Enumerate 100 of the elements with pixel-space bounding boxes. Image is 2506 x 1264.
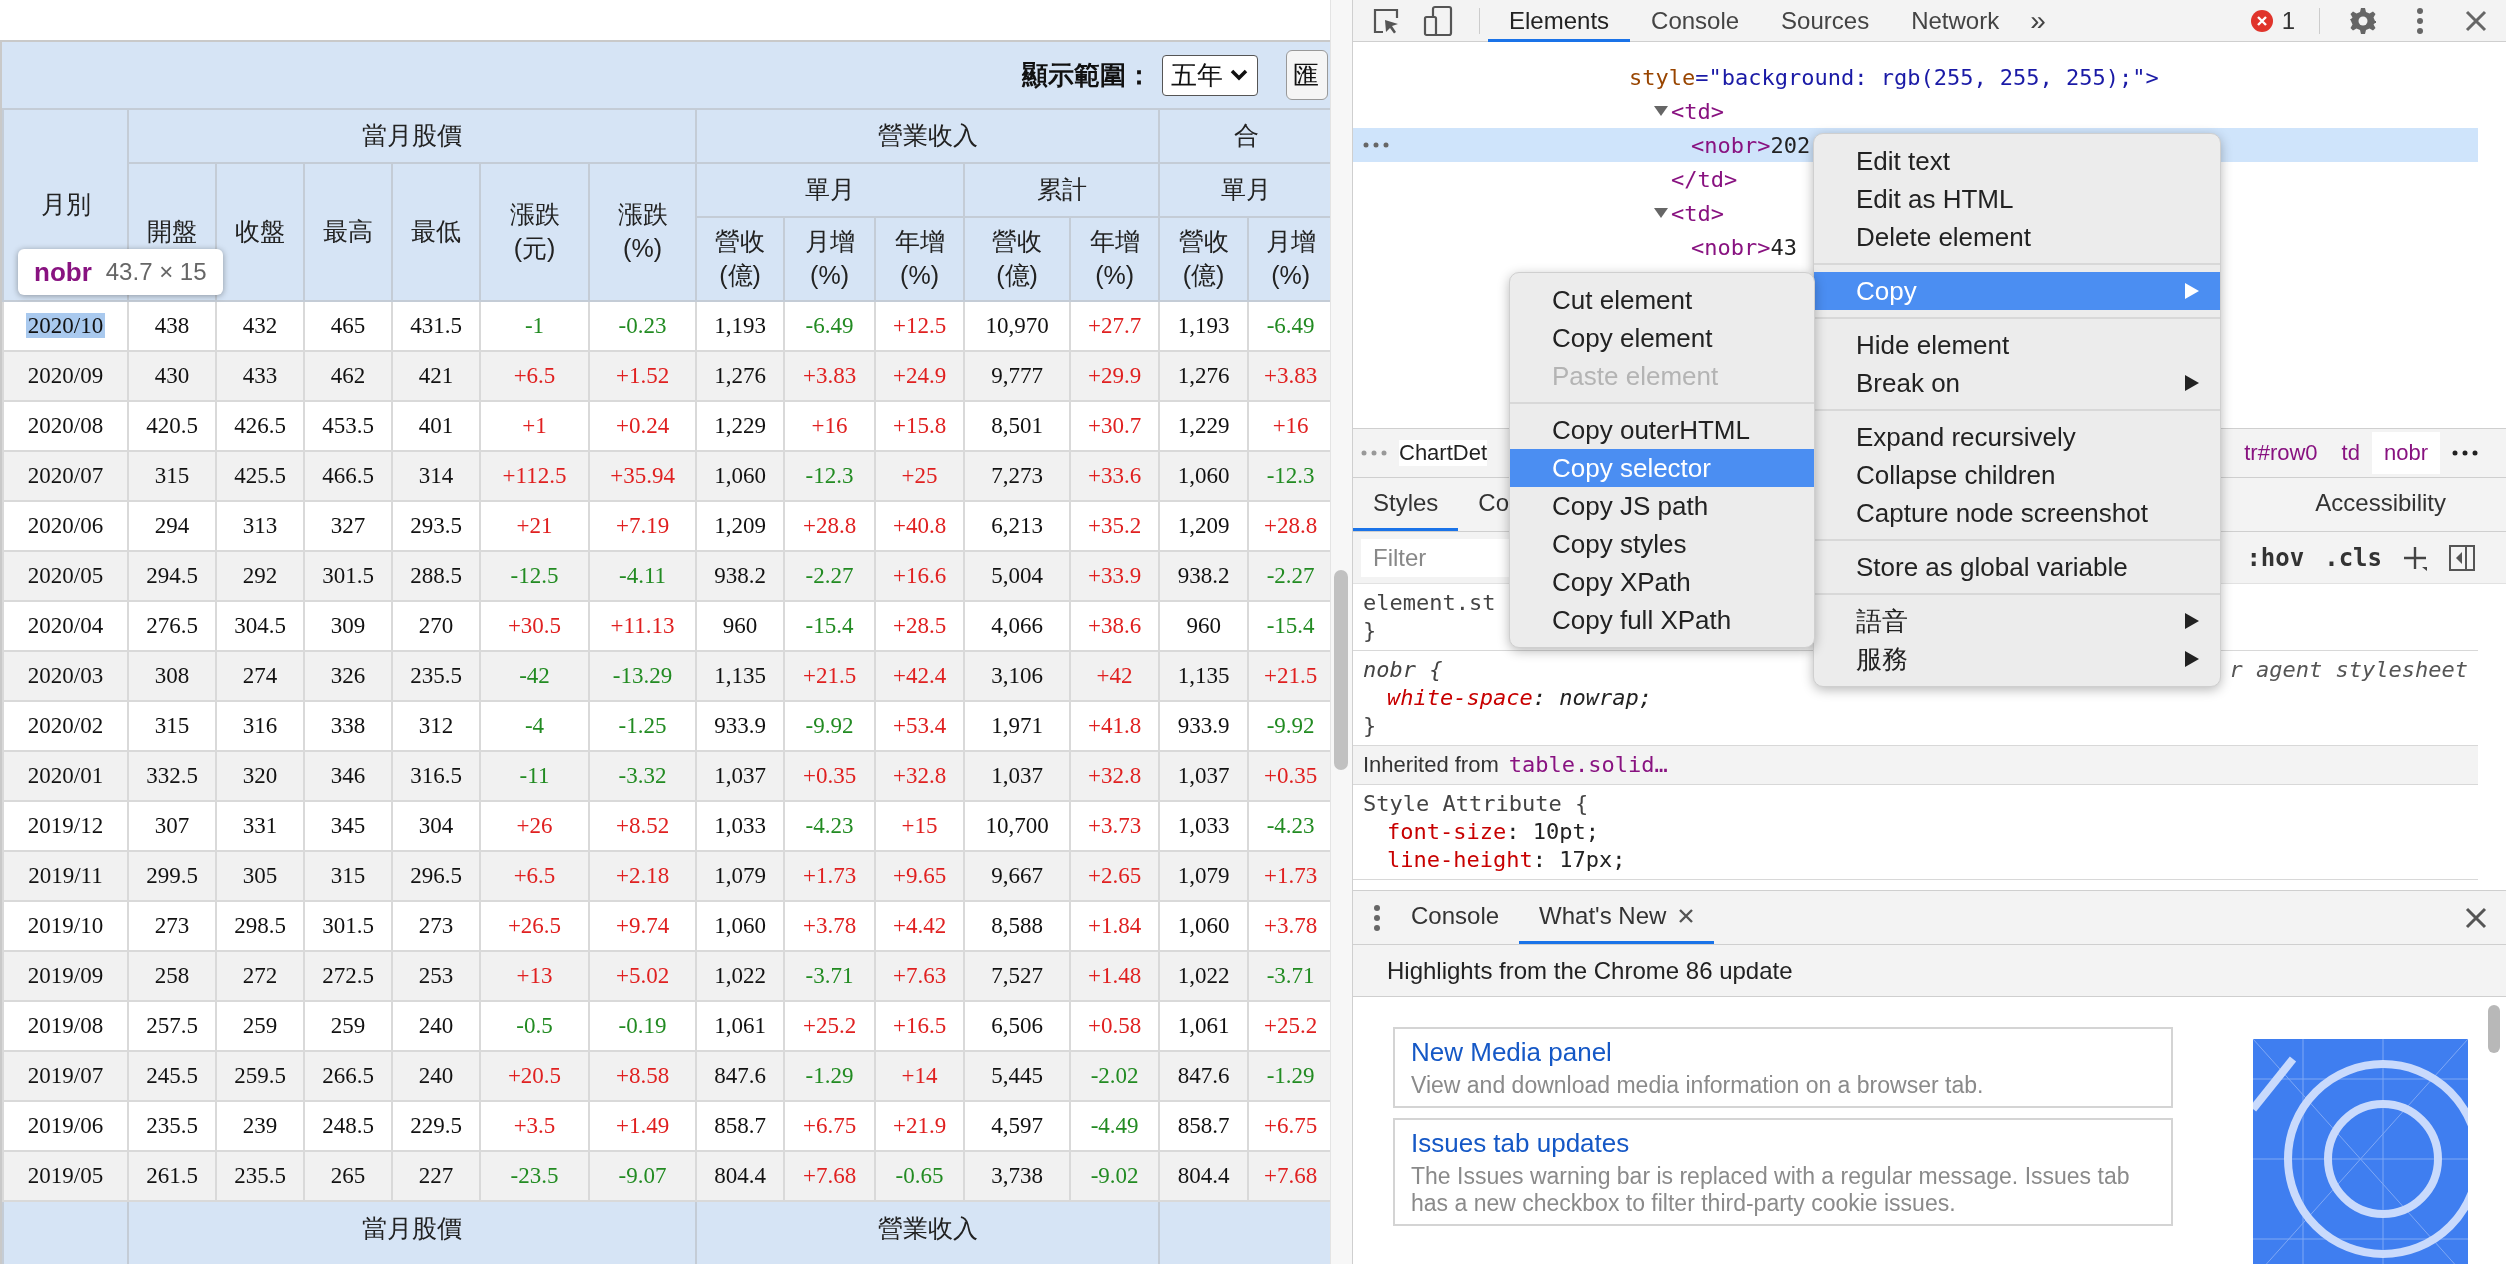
table-cell: 1,229 <box>696 401 785 451</box>
table-cell: 1,022 <box>1159 951 1249 1001</box>
table-cell: -6.49 <box>784 301 876 351</box>
table-cell: 273 <box>392 901 480 951</box>
table-cell: -9.92 <box>1248 701 1330 751</box>
table-cell: 253 <box>392 951 480 1001</box>
table-cell: 804.4 <box>696 1151 785 1201</box>
month-text: 2020/05 <box>26 563 105 588</box>
drawer-banner: Highlights from the Chrome 86 update <box>1353 945 2506 997</box>
table-cell: +15.8 <box>875 401 965 451</box>
table-cell: 1,135 <box>1159 651 1249 701</box>
table-cell: 462 <box>304 351 392 401</box>
table-cell: 401 <box>392 401 480 451</box>
table-cell: 327 <box>304 501 392 551</box>
month-text: 2019/07 <box>26 1063 105 1088</box>
table-cell: 272.5 <box>304 951 392 1001</box>
table-cell: 1,193 <box>696 301 785 351</box>
table-cell: -3.71 <box>784 951 876 1001</box>
table-cell: 3,106 <box>964 651 1071 701</box>
table-cell: 9,777 <box>964 351 1071 401</box>
table-cell: 288.5 <box>392 551 480 601</box>
table-cell: -4 <box>480 701 589 751</box>
table-cell: 266.5 <box>304 1051 392 1101</box>
range-label: 顯示範圍： <box>1022 58 1152 92</box>
table-cell: +1.73 <box>1248 851 1330 901</box>
column-header: 最高 <box>304 163 392 301</box>
table-cell: 301.5 <box>304 551 392 601</box>
table-cell: 1,971 <box>964 701 1071 751</box>
table-cell: 4,597 <box>964 1101 1071 1151</box>
table-cell: 1,037 <box>1159 751 1249 801</box>
table-cell: 345 <box>304 801 392 851</box>
table-cell: +9.74 <box>589 901 697 951</box>
column-header: 收盤 <box>216 163 304 301</box>
month-text: 2019/11 <box>27 863 104 888</box>
table-cell: 304 <box>392 801 480 851</box>
table-cell: 331 <box>216 801 304 851</box>
table-cell: 421 <box>392 351 480 401</box>
column-header: 營業收入 <box>696 109 1160 163</box>
table-cell: 10,970 <box>964 301 1071 351</box>
month-text: 2020/04 <box>26 613 105 638</box>
table-cell: 316.5 <box>392 751 480 801</box>
feature-description: View and download media information on a browser tab. <box>1411 1072 1985 1099</box>
column-header: 最低 <box>392 163 480 301</box>
rule-brace: } <box>1363 617 1377 645</box>
table-cell: -0.5 <box>480 1001 589 1051</box>
table-cell: -9.07 <box>589 1151 697 1201</box>
table-cell: 259 <box>304 1001 392 1051</box>
table-cell: 938.2 <box>696 551 785 601</box>
table-cell: -3.71 <box>1248 951 1330 1001</box>
table-cell: 248.5 <box>304 1101 392 1151</box>
column-header: 月增 (%) <box>784 217 876 301</box>
table-cell: +30.7 <box>1070 401 1160 451</box>
table-cell: +21.5 <box>1248 651 1330 701</box>
month-text: 2019/08 <box>26 1013 105 1038</box>
table-cell: 1,209 <box>1159 501 1249 551</box>
table-cell: 5,445 <box>964 1051 1071 1101</box>
table-cell: -4.23 <box>784 801 876 851</box>
table-cell: +28.5 <box>875 601 965 651</box>
table-cell: 259 <box>216 1001 304 1051</box>
column-header: 合 <box>1159 109 1330 163</box>
column-header: 營收 (億) <box>696 217 785 301</box>
table-cell: +1.73 <box>784 851 876 901</box>
rule-selector: Style Attribute { <box>1363 790 1589 818</box>
table-cell: 433 <box>216 351 304 401</box>
table-cell: -0.19 <box>589 1001 697 1051</box>
column-header: 營收 (億) <box>1159 217 1249 301</box>
table-cell: 7,273 <box>964 451 1071 501</box>
table-cell: +1.84 <box>1070 901 1160 951</box>
table-cell: -42 <box>480 651 589 701</box>
table-cell: 933.9 <box>696 701 785 751</box>
table-cell: -0.23 <box>589 301 697 351</box>
table-cell: 426.5 <box>216 401 304 451</box>
table-cell: +16 <box>1248 401 1330 451</box>
table-cell: 5,004 <box>964 551 1071 601</box>
table-cell: 346 <box>304 751 392 801</box>
table-cell: -15.4 <box>1248 601 1330 651</box>
table-cell: 1,135 <box>696 651 785 701</box>
table-cell: +32.8 <box>875 751 965 801</box>
table-cell: -11 <box>480 751 589 801</box>
table-cell: 296.5 <box>392 851 480 901</box>
table-cell: +1.52 <box>589 351 697 401</box>
month-text: 2020/08 <box>26 413 105 438</box>
table-cell: -1 <box>480 301 589 351</box>
table-cell: +16 <box>784 401 876 451</box>
table-cell: 1,209 <box>696 501 785 551</box>
table-cell: +38.6 <box>1070 601 1160 651</box>
table-cell: 425.5 <box>216 451 304 501</box>
table-cell: -12.5 <box>480 551 589 601</box>
table-cell: +42.4 <box>875 651 965 701</box>
table-cell: 938.2 <box>1159 551 1249 601</box>
table-cell: -2.27 <box>784 551 876 601</box>
table-cell: 307 <box>128 801 216 851</box>
column-header: 月增 (%) <box>1248 217 1330 301</box>
table-cell: 466.5 <box>304 451 392 501</box>
table-cell: 453.5 <box>304 401 392 451</box>
table-cell: 7,527 <box>964 951 1071 1001</box>
table-cell: +6.5 <box>480 851 589 901</box>
column-header: 累計 <box>964 163 1160 217</box>
table-cell: +3.83 <box>1248 351 1330 401</box>
table-cell: +25 <box>875 451 965 501</box>
